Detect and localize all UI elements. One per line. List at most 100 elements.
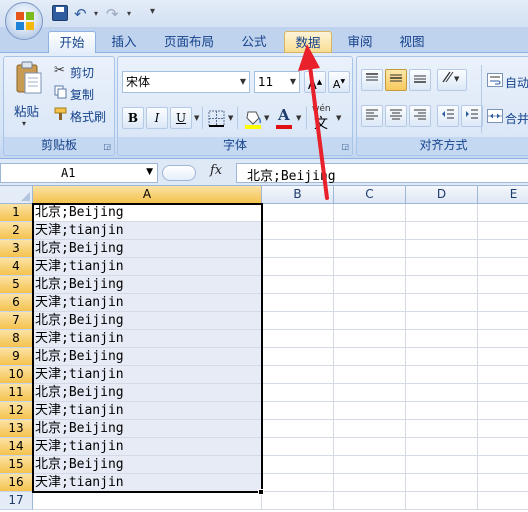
- copy-button[interactable]: 复制: [70, 86, 94, 103]
- font-color-dropdown-icon[interactable]: ▼: [296, 114, 301, 122]
- merge-center-button[interactable]: 合并: [505, 110, 528, 127]
- row-header[interactable]: 12: [0, 402, 33, 420]
- tab-formulas[interactable]: 公式: [230, 31, 278, 53]
- clipboard-dialog-launcher-icon[interactable]: ◲: [103, 142, 111, 151]
- shrink-font-button[interactable]: A▼: [328, 71, 350, 93]
- cell-a4[interactable]: 天津;tianjin: [33, 258, 262, 276]
- format-painter-button[interactable]: 格式刷: [70, 108, 106, 125]
- row-header[interactable]: 10: [0, 366, 33, 384]
- borders-icon[interactable]: [208, 110, 225, 127]
- grid-cell[interactable]: [334, 492, 406, 510]
- cell-a13[interactable]: 北京;Beijing: [33, 420, 262, 438]
- grid-cell[interactable]: [262, 492, 334, 510]
- grid-cell[interactable]: [406, 402, 478, 420]
- bold-button[interactable]: B: [122, 107, 144, 129]
- grid-cell[interactable]: [406, 312, 478, 330]
- grid-cell[interactable]: [478, 204, 528, 222]
- cell-a16[interactable]: 天津;tianjin: [33, 474, 262, 492]
- tab-home[interactable]: 开始: [48, 31, 96, 54]
- grid-cell[interactable]: [406, 384, 478, 402]
- row-header[interactable]: 9: [0, 348, 33, 366]
- row-header[interactable]: 16: [0, 474, 33, 492]
- cell-a9[interactable]: 北京;Beijing: [33, 348, 262, 366]
- grid-cell[interactable]: [406, 474, 478, 492]
- underline-button[interactable]: U: [170, 107, 192, 129]
- grid-cell[interactable]: [406, 438, 478, 456]
- wrap-text-button[interactable]: 自动: [505, 74, 528, 91]
- undo-dropdown-icon[interactable]: ▾: [94, 9, 98, 25]
- grid-cell[interactable]: [262, 330, 334, 348]
- row-header[interactable]: 7: [0, 312, 33, 330]
- grid-cell[interactable]: [262, 420, 334, 438]
- undo-icon[interactable]: ↶: [74, 5, 92, 23]
- grid-cell[interactable]: [262, 438, 334, 456]
- cell-a15[interactable]: 北京;Beijing: [33, 456, 262, 474]
- cell-a6[interactable]: 天津;tianjin: [33, 294, 262, 312]
- decrease-indent-button[interactable]: [437, 105, 459, 127]
- insert-function-button[interactable]: fx: [210, 163, 222, 178]
- grid-cell[interactable]: [334, 294, 406, 312]
- row-header[interactable]: 5: [0, 276, 33, 294]
- grid-cell[interactable]: [334, 366, 406, 384]
- chevron-down-icon[interactable]: ▼: [146, 167, 153, 177]
- grid-cell[interactable]: [406, 294, 478, 312]
- grid-cell[interactable]: [262, 366, 334, 384]
- grid-cell[interactable]: [262, 222, 334, 240]
- grid-cell[interactable]: [334, 438, 406, 456]
- save-icon[interactable]: [52, 5, 68, 21]
- column-header-c[interactable]: C: [334, 186, 406, 204]
- customize-qat-icon[interactable]: ▾: [150, 6, 155, 22]
- grid-cell[interactable]: [334, 456, 406, 474]
- cell-a17[interactable]: [33, 492, 262, 510]
- row-header[interactable]: 17: [0, 492, 33, 510]
- cell-a11[interactable]: 北京;Beijing: [33, 384, 262, 402]
- tab-insert[interactable]: 插入: [100, 31, 148, 53]
- grid-cell[interactable]: [406, 366, 478, 384]
- font-size-select[interactable]: 11 ▼: [254, 71, 300, 93]
- row-header[interactable]: 2: [0, 222, 33, 240]
- column-header-a[interactable]: A: [33, 186, 262, 204]
- tab-page-layout[interactable]: 页面布局: [154, 31, 224, 53]
- align-middle-button[interactable]: [385, 69, 407, 91]
- grid-cell[interactable]: [406, 420, 478, 438]
- fill-color-icon[interactable]: [244, 109, 262, 129]
- grid-cell[interactable]: [406, 492, 478, 510]
- grid-cell[interactable]: [262, 294, 334, 312]
- grid-cell[interactable]: [478, 330, 528, 348]
- italic-button[interactable]: I: [146, 107, 168, 129]
- grid-cell[interactable]: [406, 258, 478, 276]
- redo-icon[interactable]: ↷: [106, 5, 124, 23]
- grid-cell[interactable]: [262, 384, 334, 402]
- font-name-select[interactable]: 宋体 ▼: [122, 71, 250, 93]
- grid-cell[interactable]: [478, 222, 528, 240]
- grid-cell[interactable]: [334, 348, 406, 366]
- grid-cell[interactable]: [262, 240, 334, 258]
- worksheet-grid[interactable]: A B C D E 1 北京;Beijing 2 天津;tianjin 3 北京;Beij…: [0, 186, 528, 512]
- cell-a14[interactable]: 天津;tianjin: [33, 438, 262, 456]
- grid-cell[interactable]: [334, 474, 406, 492]
- grid-cell[interactable]: [406, 222, 478, 240]
- tab-review[interactable]: 审阅: [336, 31, 384, 53]
- grid-cell[interactable]: [478, 294, 528, 312]
- grid-cell[interactable]: [262, 258, 334, 276]
- row-header[interactable]: 11: [0, 384, 33, 402]
- office-button[interactable]: [5, 2, 43, 40]
- name-box[interactable]: A1 ▼: [0, 163, 158, 183]
- fill-handle[interactable]: [258, 489, 264, 495]
- row-header[interactable]: 15: [0, 456, 33, 474]
- grid-cell[interactable]: [334, 420, 406, 438]
- grid-cell[interactable]: [334, 222, 406, 240]
- grid-cell[interactable]: [334, 384, 406, 402]
- align-right-button[interactable]: [409, 105, 431, 127]
- font-color-icon[interactable]: A: [278, 106, 290, 124]
- grid-cell[interactable]: [334, 258, 406, 276]
- grid-cell[interactable]: [334, 276, 406, 294]
- cell-a8[interactable]: 天津;tianjin: [33, 330, 262, 348]
- grid-cell[interactable]: [262, 348, 334, 366]
- grid-cell[interactable]: [334, 402, 406, 420]
- cell-a1[interactable]: 北京;Beijing: [33, 204, 262, 222]
- column-header-b[interactable]: B: [262, 186, 334, 204]
- phonetic-dropdown-icon[interactable]: ▼: [336, 114, 341, 122]
- grid-cell[interactable]: [478, 420, 528, 438]
- grid-cell[interactable]: [478, 492, 528, 510]
